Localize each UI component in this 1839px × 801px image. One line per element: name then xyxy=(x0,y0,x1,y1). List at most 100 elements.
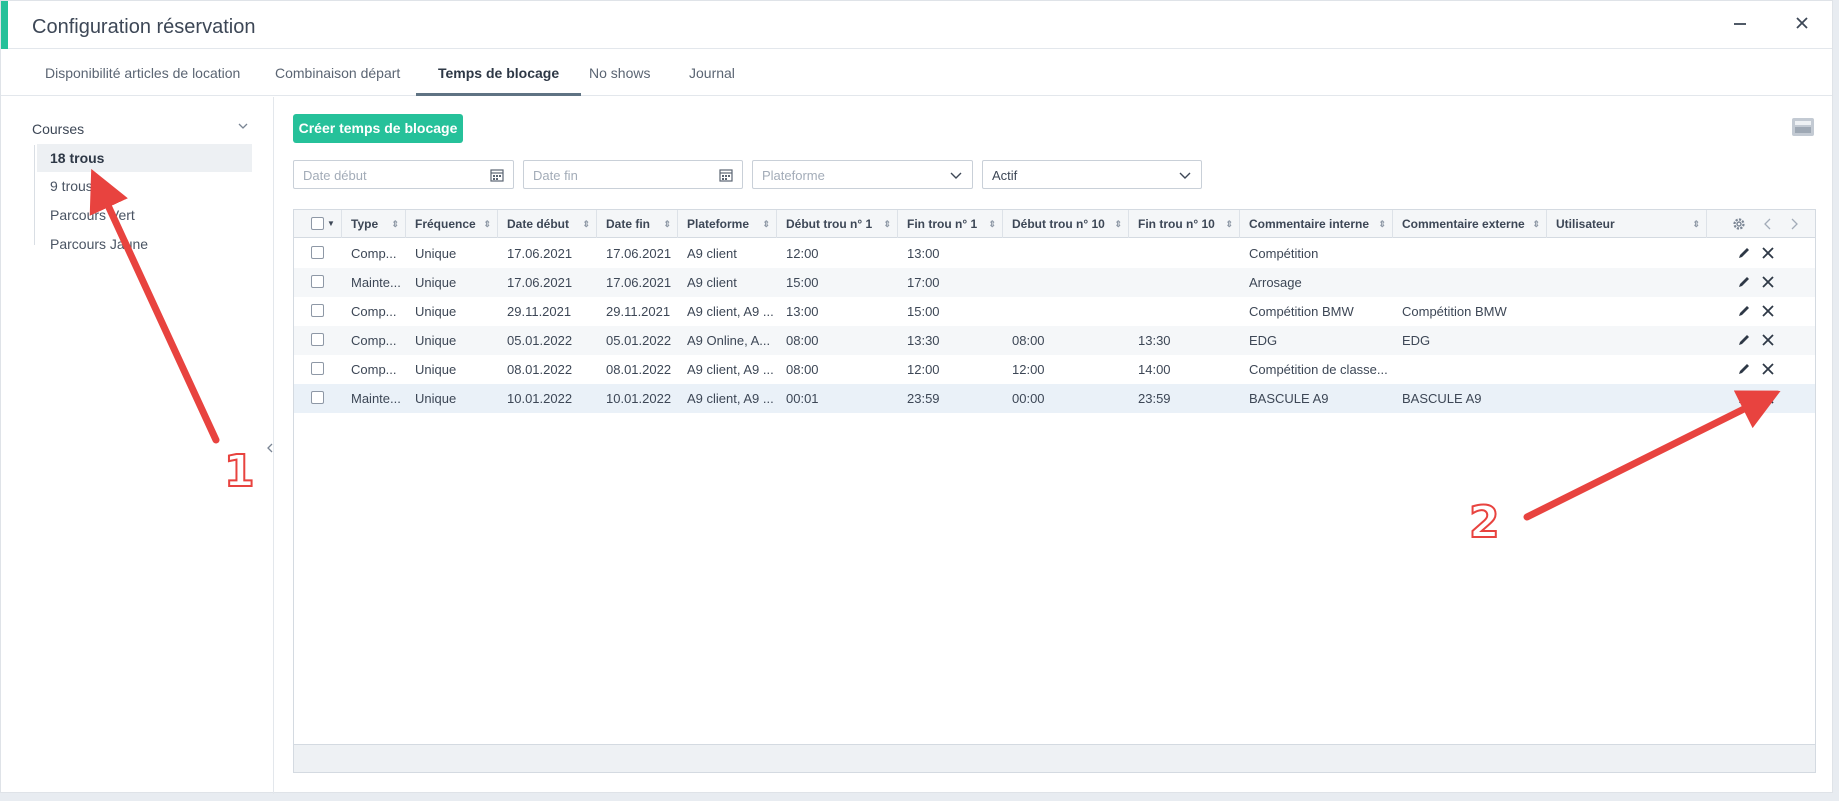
cell-ext xyxy=(1393,239,1547,268)
chevron-right-icon[interactable] xyxy=(1789,218,1799,230)
cell-type: Mainte... xyxy=(351,391,401,406)
row-checkbox[interactable] xyxy=(311,304,324,317)
cell-e10 xyxy=(1129,239,1240,268)
tab-journal[interactable]: Journal xyxy=(667,50,757,96)
sort-icon: ⇕ xyxy=(663,219,671,229)
cell-freq: Unique xyxy=(415,362,457,377)
cell-type: Comp... xyxy=(351,304,397,319)
cell-type: Comp... xyxy=(351,362,397,377)
cell-int: Compétition de classe... xyxy=(1249,362,1388,377)
caret-down-icon[interactable]: ▼ xyxy=(327,210,335,238)
course-item-18-trous[interactable]: 18 trous xyxy=(37,144,252,172)
create-blocking-time-button[interactable]: Créer temps de blocage xyxy=(293,114,463,143)
edit-icon[interactable] xyxy=(1736,390,1752,406)
table-row[interactable]: Mainte... Unique 17.06.2021 17.06.2021 A9 cl… xyxy=(294,268,1815,297)
column-header-plateforme[interactable]: Plateforme ⇕ xyxy=(678,210,777,238)
course-item-9-trous[interactable]: 9 trous xyxy=(37,172,252,200)
table-row[interactable]: Comp... Unique 29.11.2021 29.11.2021 A9 clie… xyxy=(294,297,1815,326)
table-row[interactable]: Comp... Unique 17.06.2021 17.06.2021 A9 clie… xyxy=(294,239,1815,268)
cell-platform: A9 client, A9 ... xyxy=(687,362,774,377)
chevron-down-icon xyxy=(1179,172,1191,179)
cell-freq: Unique xyxy=(415,246,457,261)
cell-e10 xyxy=(1129,268,1240,297)
calendar-icon[interactable] xyxy=(718,167,734,183)
cell-s1: 13:00 xyxy=(786,304,819,319)
row-checkbox[interactable] xyxy=(311,362,324,375)
column-header-debut-trou-1[interactable]: Début trou n° 1 ⇕ xyxy=(777,210,898,238)
course-item-parcours-vert[interactable]: Parcours Vert xyxy=(37,201,252,229)
delete-icon[interactable] xyxy=(1760,332,1776,348)
table-row[interactable]: Comp... Unique 05.01.2022 05.01.2022 A9 Onli… xyxy=(294,326,1815,355)
close-window-button[interactable] xyxy=(1792,15,1812,35)
delete-icon[interactable] xyxy=(1760,303,1776,319)
column-header-type[interactable]: Type ⇕ xyxy=(342,210,406,238)
sort-icon: ⇕ xyxy=(988,219,996,229)
row-checkbox[interactable] xyxy=(311,275,324,288)
courses-header[interactable]: Courses xyxy=(32,121,84,137)
sort-icon: ⇕ xyxy=(582,219,590,229)
column-header-date-fin[interactable]: Date fin ⇕ xyxy=(597,210,678,238)
cell-e1: 15:00 xyxy=(907,304,940,319)
cell-ext xyxy=(1393,268,1547,297)
annotation-marker-2: 2 xyxy=(1468,496,1501,549)
date-end-field[interactable]: Date fin xyxy=(523,160,743,189)
row-checkbox[interactable] xyxy=(311,246,324,259)
edit-icon[interactable] xyxy=(1736,303,1752,319)
cell-platform: A9 client, A9 ... xyxy=(687,391,774,406)
cell-user xyxy=(1547,384,1707,413)
collapse-sidebar-icon[interactable] xyxy=(266,443,274,453)
column-header-utilisateur[interactable]: Utilisateur ⇕ xyxy=(1547,210,1707,238)
cell-e1: 13:00 xyxy=(907,246,940,261)
cell-freq: Unique xyxy=(415,304,457,319)
cell-platform: A9 client xyxy=(687,246,737,261)
cell-e10: 13:30 xyxy=(1138,333,1171,348)
cell-s1: 12:00 xyxy=(786,246,819,261)
minimize-button[interactable] xyxy=(1730,15,1750,35)
tab-no-shows[interactable]: No shows xyxy=(567,50,672,96)
column-header-date-debut[interactable]: Date début ⇕ xyxy=(498,210,597,238)
delete-icon[interactable] xyxy=(1760,390,1776,406)
cell-freq: Unique xyxy=(415,275,457,290)
date-start-field[interactable]: Date début xyxy=(293,160,514,189)
table-row[interactable]: Comp... Unique 08.01.2022 08.01.2022 A9 clie… xyxy=(294,355,1815,384)
table-row[interactable]: Mainte... Unique 10.01.2022 10.01.2022 A9 cl… xyxy=(294,384,1815,413)
tab-disponibilite[interactable]: Disponibilité articles de location xyxy=(23,50,262,96)
delete-icon[interactable] xyxy=(1760,245,1776,261)
tab-temps-de-blocage[interactable]: Temps de blocage xyxy=(416,50,582,96)
edit-icon[interactable] xyxy=(1736,245,1752,261)
cell-ext: BASCULE A9 xyxy=(1402,391,1482,406)
delete-icon[interactable] xyxy=(1760,274,1776,290)
column-header-fin-trou-1[interactable]: Fin trou n° 1 ⇕ xyxy=(898,210,1003,238)
platform-select[interactable]: Plateforme xyxy=(752,160,973,189)
chevron-left-icon[interactable] xyxy=(1763,218,1773,230)
calendar-icon[interactable] xyxy=(489,167,505,183)
sort-icon: ⇕ xyxy=(1114,219,1122,229)
cell-ext xyxy=(1393,355,1547,384)
row-checkbox[interactable] xyxy=(311,333,324,346)
grid-header: ▼ Type ⇕ Fréquence ⇕ Date début ⇕ Date fin ⇕… xyxy=(294,210,1815,238)
column-header-fin-trou-10[interactable]: Fin trou n° 10 ⇕ xyxy=(1129,210,1240,238)
configuration-window: Configuration réservation Disponibilité … xyxy=(0,0,1833,794)
gear-icon[interactable] xyxy=(1731,216,1747,232)
column-header-debut-trou-10[interactable]: Début trou n° 10 ⇕ xyxy=(1003,210,1129,238)
status-select[interactable]: Actif xyxy=(982,160,1202,189)
edit-icon[interactable] xyxy=(1736,361,1752,377)
edit-icon[interactable] xyxy=(1736,274,1752,290)
column-header-frequence[interactable]: Fréquence ⇕ xyxy=(406,210,498,238)
cell-s1: 15:00 xyxy=(786,275,819,290)
chevron-down-icon[interactable] xyxy=(237,119,249,135)
select-all-checkbox[interactable] xyxy=(311,217,324,230)
delete-icon[interactable] xyxy=(1760,361,1776,377)
row-checkbox[interactable] xyxy=(311,391,324,404)
course-item-parcours-jaune[interactable]: Parcours Jaune xyxy=(37,230,252,258)
window-accent-bar xyxy=(1,1,8,49)
tab-combinaison-depart[interactable]: Combinaison départ xyxy=(253,50,422,96)
sort-icon: ⇕ xyxy=(1692,219,1700,229)
cell-user xyxy=(1547,355,1707,384)
export-icon[interactable] xyxy=(1791,117,1815,137)
edit-icon[interactable] xyxy=(1736,332,1752,348)
column-header-commentaire-externe[interactable]: Commentaire externe ⇕ xyxy=(1393,210,1547,238)
cell-s10 xyxy=(1003,268,1129,297)
cell-e1: 17:00 xyxy=(907,275,940,290)
column-header-commentaire-interne[interactable]: Commentaire interne ⇕ xyxy=(1240,210,1393,238)
